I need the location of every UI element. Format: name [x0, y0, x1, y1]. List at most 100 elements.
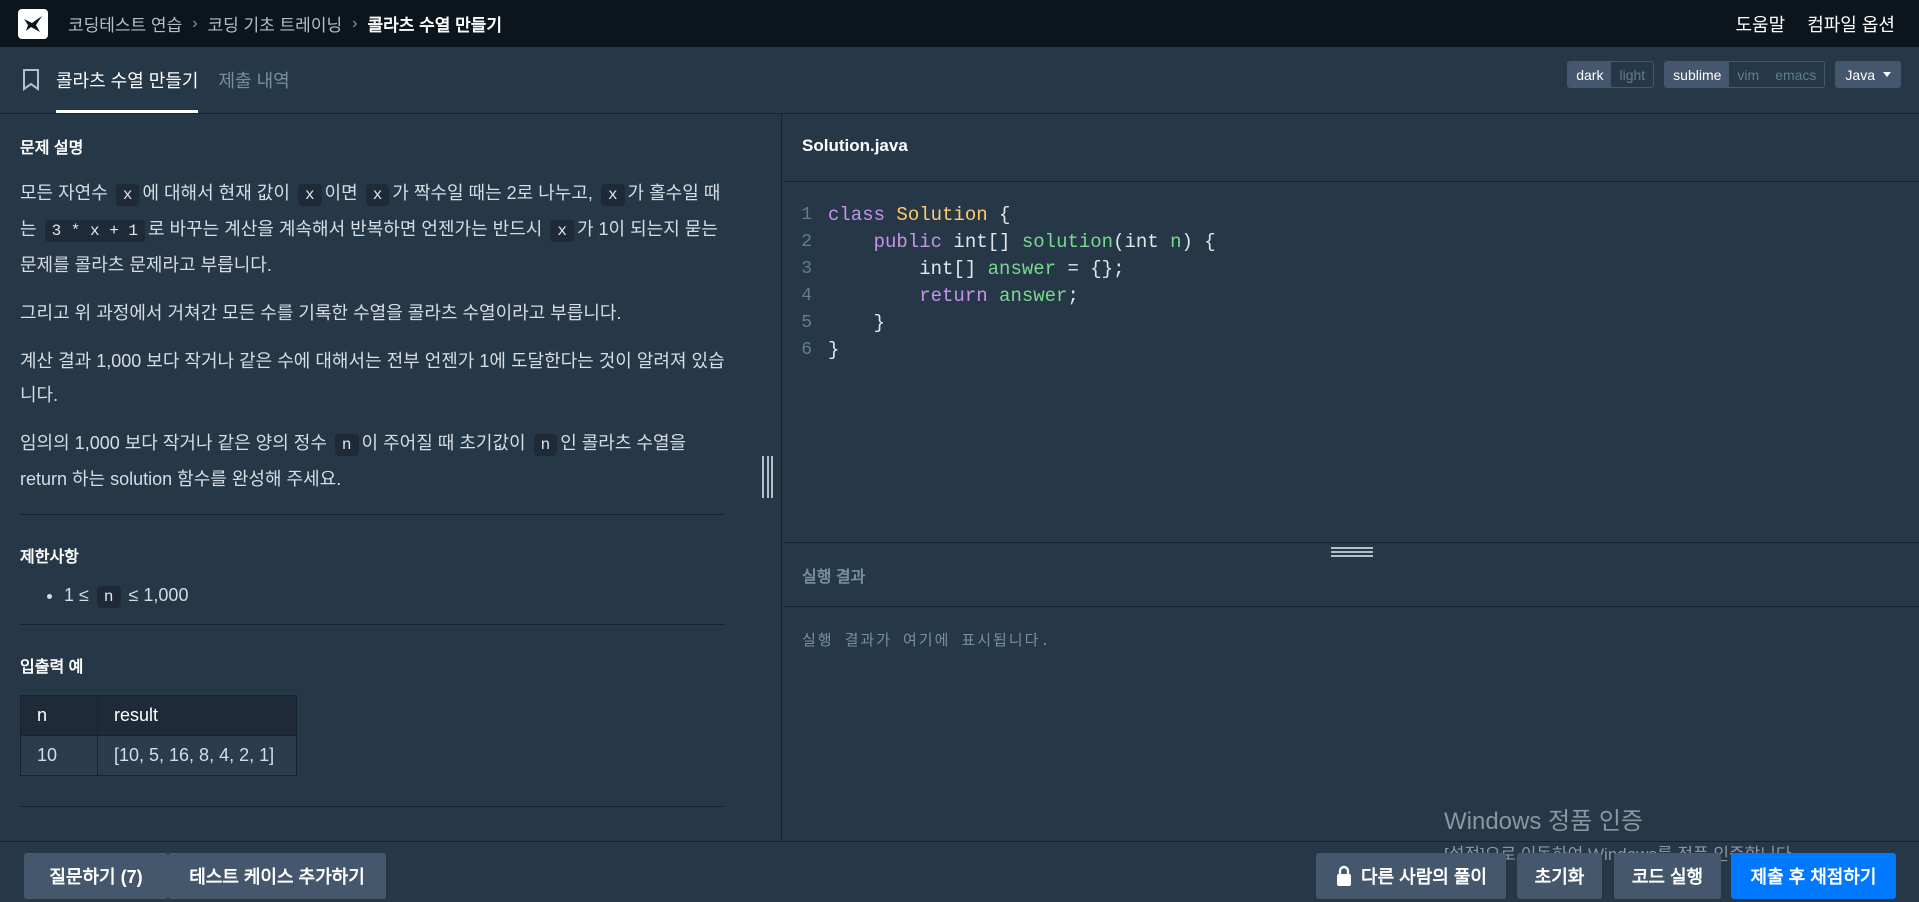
code-line: 5 }: [783, 310, 1216, 337]
inline-code: x: [550, 220, 574, 242]
chevron-right-icon: ›: [192, 14, 198, 32]
breadcrumb-item-basic-training[interactable]: 코딩 기초 트레이닝: [208, 11, 343, 36]
code-token: answer: [987, 258, 1057, 280]
add-testcase-button[interactable]: 테스트 케이스 추가하기: [168, 853, 386, 899]
chevron-right-icon: ›: [352, 14, 358, 32]
line-number: 2: [801, 232, 812, 252]
code-token: (int: [1113, 231, 1171, 253]
section-title-constraints: 제한사항: [20, 549, 79, 566]
code-token: {: [987, 204, 1011, 226]
help-link[interactable]: 도움말: [1736, 11, 1786, 37]
keymap-sublime-option[interactable]: sublime: [1665, 62, 1730, 87]
language-select[interactable]: Java: [1835, 61, 1901, 88]
inline-code: x: [297, 184, 322, 206]
code-token: ) {: [1181, 231, 1216, 253]
code-token: return: [919, 285, 988, 307]
inline-code: n: [334, 434, 359, 456]
code-token: int[]: [942, 231, 1022, 253]
code-editor[interactable]: Solution.java 1 class Solution { 2 publi…: [783, 114, 1919, 542]
code-line: 6 }: [783, 337, 1216, 364]
submit-button[interactable]: 제출 후 채점하기: [1731, 853, 1896, 899]
code-token: Solution: [896, 204, 988, 226]
code-line: 1 class Solution {: [783, 202, 1216, 229]
bookmark-icon[interactable]: [22, 47, 44, 113]
inline-code: 3 * x + 1: [44, 220, 145, 242]
section-title-examples: 입출력 예: [20, 659, 84, 676]
code-token: = {};: [1056, 258, 1125, 280]
breadcrumb-item-current: 콜라츠 수열 만들기: [367, 16, 503, 35]
keymap-emacs-option[interactable]: emacs: [1767, 62, 1824, 87]
text: 모든 자연수: [20, 183, 108, 203]
line-number: 5: [801, 313, 812, 333]
theme-dark-option[interactable]: dark: [1568, 62, 1612, 87]
theme-light-option[interactable]: light: [1611, 62, 1653, 87]
list-item: 1 ≤ n ≤ 1,000: [64, 585, 725, 608]
inline-code: x: [365, 184, 390, 206]
tab-submissions[interactable]: 제출 내역: [218, 47, 289, 113]
compile-options-link[interactable]: 컴파일 옵션: [1807, 11, 1895, 37]
editor-options: dark light sublime vim emacs Java: [1567, 61, 1901, 88]
code-line: 2 public int[] solution (int n) {: [783, 229, 1216, 256]
keymap-vim-option[interactable]: vim: [1729, 62, 1767, 87]
vertical-splitter[interactable]: [754, 114, 782, 841]
table-header-row: n result: [20, 695, 297, 736]
others-solution-label: 다른 사람의 풀이: [1361, 867, 1487, 887]
theme-toggle: dark light: [1567, 61, 1655, 88]
breadcrumb-item-coding-test[interactable]: 코딩테스트 연습: [68, 11, 182, 36]
result-panel: 실행 결과 실행 결과가 여기에 표시됩니다.: [783, 542, 1919, 841]
code-token: }: [873, 312, 886, 334]
inline-code: x: [115, 184, 140, 206]
tab-problem[interactable]: 콜라츠 수열 만들기: [56, 47, 199, 113]
line-number: 4: [801, 286, 812, 306]
line-number: 3: [801, 259, 812, 279]
code-token: ;: [1067, 285, 1079, 307]
code-line: 4 return answer;: [783, 283, 1216, 310]
problem-paragraph-2: 그리고 위 과정에서 거쳐간 모든 수를 기록한 수열을 콜라츠 수열이라고 부…: [20, 303, 622, 323]
problem-panel: 문제 설명 모든 자연수 x에 대해서 현재 값이 x 이면 x가 짝수일 때는 …: [0, 114, 744, 841]
code-token: public: [873, 231, 943, 253]
caret-down-icon: [1883, 72, 1891, 77]
section-divider: [20, 514, 725, 515]
bottom-action-bar: 질문하기 (7) 테스트 케이스 추가하기 다른 사람의 풀이 초기화 코드 실…: [0, 841, 1919, 902]
section-divider: [20, 806, 725, 807]
problem-paragraph-1: 모든 자연수 x에 대해서 현재 값이 x 이면 x가 짝수일 때는 2로 나누고…: [20, 176, 725, 282]
section-divider: [20, 624, 725, 625]
code-token: class: [828, 204, 886, 226]
line-number: 1: [801, 205, 812, 225]
table-header: result: [97, 695, 297, 736]
editor-divider: [783, 181, 1919, 182]
top-navigation: 코딩테스트 연습 › 코딩 기초 트레이닝 › 콜라츠 수열 만들기 도움말 컴…: [0, 0, 1919, 47]
ask-question-button[interactable]: 질문하기 (7): [24, 853, 168, 899]
inline-code: n: [533, 434, 558, 456]
watermark-title: Windows 정품 인증: [1444, 808, 1644, 835]
table-row: 10 [10, 5, 16, 8, 4, 2, 1]: [20, 735, 297, 776]
others-solution-button[interactable]: 다른 사람의 풀이: [1316, 853, 1506, 899]
constraints-list: 1 ≤ n ≤ 1,000: [20, 585, 725, 608]
code-token: solution: [1021, 231, 1114, 253]
tabs-bar: 콜라츠 수열 만들기 제출 내역 dark light sublime vim …: [0, 47, 1919, 114]
programmers-logo-icon[interactable]: [18, 8, 48, 39]
code-token: int[]: [919, 258, 988, 280]
table-header: n: [20, 695, 98, 736]
run-code-button[interactable]: 코드 실행: [1614, 853, 1721, 899]
text: 가 짝수일 때는 2로 나누고,: [392, 183, 593, 203]
line-number: 6: [801, 340, 812, 360]
inline-code: n: [96, 586, 121, 608]
result-divider: [783, 606, 1919, 607]
text: 이 주어질 때 초기값이: [361, 433, 526, 453]
horizontal-drag-handle-icon[interactable]: [1331, 547, 1373, 557]
examples-table: n result 10 [10, 5, 16, 8, 4, 2, 1]: [20, 695, 297, 776]
code-line: 3 int[] answer = {};: [783, 256, 1216, 283]
code-token: n: [1170, 231, 1182, 253]
text: 이면: [324, 183, 358, 203]
inline-code: x: [600, 184, 625, 206]
breadcrumb: 코딩테스트 연습 › 코딩 기초 트레이닝 › 콜라츠 수열 만들기: [68, 11, 502, 36]
text: 에 대해서 현재 값이: [142, 183, 290, 203]
code-token: answer: [999, 285, 1068, 307]
drag-handle-icon[interactable]: [762, 456, 774, 498]
reset-button[interactable]: 초기화: [1517, 853, 1602, 899]
code-area[interactable]: 1 class Solution { 2 public int[] soluti…: [783, 202, 1216, 364]
code-token: }: [828, 339, 840, 361]
text: ≤ 1,000: [128, 585, 189, 605]
text: 로 바꾸는 계산을 계속해서 반복하면 언젠가는 반드시: [148, 219, 543, 239]
